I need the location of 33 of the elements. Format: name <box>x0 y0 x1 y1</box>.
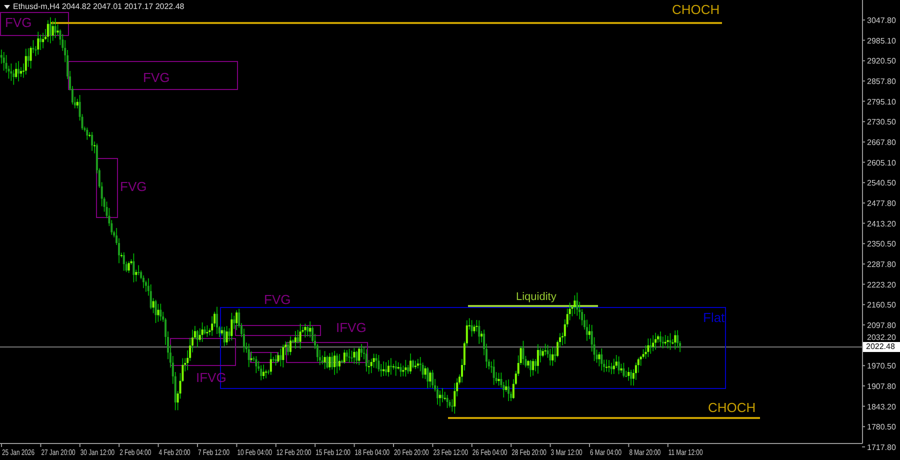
chart-label: FVG <box>143 70 170 85</box>
price-label: 1717.80 <box>867 442 896 452</box>
chart-label: CHOCH <box>708 400 756 415</box>
price-label: 2730.50 <box>867 118 896 127</box>
price-label: 2985.10 <box>867 36 896 46</box>
price-label: 2160.50 <box>867 300 896 310</box>
current-price-tag: 2022.48 <box>863 342 900 352</box>
price-label: 2097.80 <box>867 320 896 330</box>
price-label: 2413.20 <box>867 219 896 228</box>
price-label: 1843.20 <box>867 402 896 412</box>
price-label: 3047.80 <box>867 16 896 25</box>
price-label: 2667.80 <box>867 138 896 147</box>
price-label: 2223.20 <box>867 280 896 290</box>
price-label: 2605.10 <box>867 158 896 168</box>
price-label: 1780.50 <box>867 422 896 432</box>
price-label: 2540.50 <box>867 178 896 188</box>
chart-label: IFVG <box>336 320 366 335</box>
chart-label: FVG <box>5 15 32 30</box>
price-label: 1907.80 <box>867 382 896 391</box>
price-label: 2857.80 <box>867 77 896 86</box>
price-label: 2287.80 <box>867 260 896 269</box>
chart-label: Flat <box>703 310 725 325</box>
price-label: 1970.50 <box>867 362 896 371</box>
price-label: 2920.50 <box>867 56 896 66</box>
chart-label: Liquidity <box>516 291 556 303</box>
chart-label: FVG <box>120 179 147 194</box>
price-label: 2477.80 <box>867 198 896 208</box>
symbol-info: Ethusd-m,H4 2044.82 2047.01 2017.17 2022.48 <box>13 2 184 11</box>
price-label: 2032.20 <box>867 333 896 342</box>
price-label: 2795.10 <box>867 97 896 106</box>
chart-label: CHOCH <box>672 2 720 17</box>
chart-label: FVG <box>264 292 291 307</box>
price-label: 2350.50 <box>867 240 896 249</box>
